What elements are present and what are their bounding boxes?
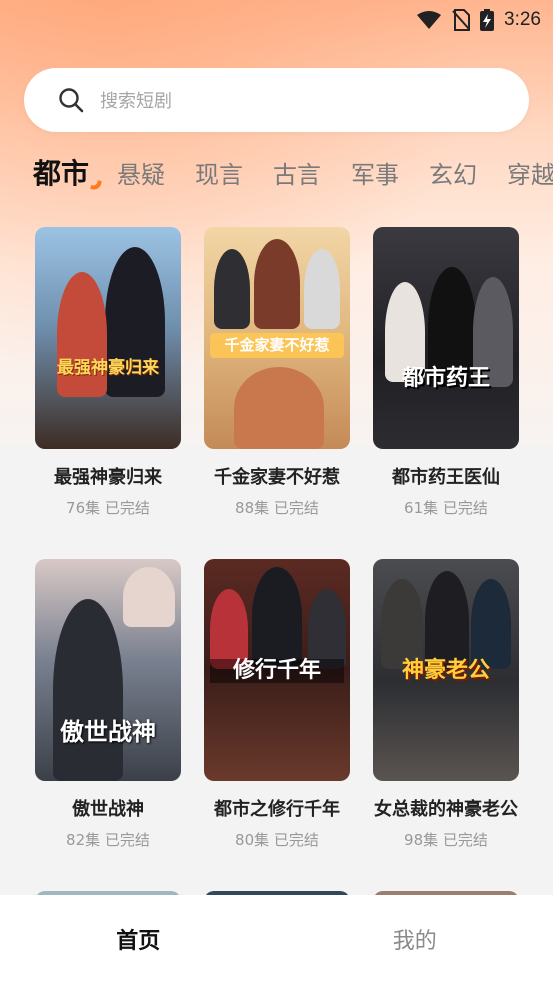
drama-card[interactable]: 最强神豪归来 最强神豪归来 76集 已完结	[35, 227, 181, 559]
drama-poster[interactable]: 最强神豪归来	[35, 227, 181, 449]
episode-count: 82集	[66, 831, 101, 849]
drama-poster[interactable]: 修行千年	[204, 559, 350, 781]
tab-dushi[interactable]: 都市	[33, 152, 102, 192]
completion-status: 已完结	[273, 831, 319, 849]
drama-title: 最强神豪归来	[54, 467, 162, 488]
poster-figure	[308, 589, 346, 669]
tab-label: 现言	[195, 160, 244, 189]
drama-card[interactable]: 傲世战神 傲世战神 82集 已完结	[35, 559, 181, 891]
poster-figure	[304, 249, 340, 329]
drama-title: 都市药王医仙	[392, 467, 500, 488]
poster-title: 修行千年	[210, 658, 344, 684]
tab-chuanyue[interactable]: 穿越	[507, 155, 553, 190]
poster-figure	[210, 589, 248, 669]
drama-meta: 88集 已完结	[204, 497, 350, 518]
poster-figure	[214, 249, 250, 329]
nav-mine[interactable]: 我的	[277, 923, 553, 955]
tab-xuanhuan[interactable]: 玄幻	[429, 155, 477, 190]
tab-label: 玄幻	[429, 160, 478, 189]
poster-figure	[425, 571, 469, 671]
tab-active-indicator	[90, 179, 102, 191]
poster-figure	[254, 239, 300, 329]
poster-title: 傲世战神	[60, 718, 156, 746]
drama-poster[interactable]: 傲世战神	[35, 559, 181, 781]
drama-meta: 80集 已完结	[204, 829, 350, 850]
tab-label: 穿越	[507, 160, 553, 189]
status-time: 3:26	[504, 9, 541, 30]
episode-count: 98集	[404, 831, 439, 849]
drama-card[interactable]: 修行千年 都市之修行千年 80集 已完结	[204, 559, 350, 891]
tab-junshi[interactable]: 军事	[351, 155, 399, 190]
drama-poster[interactable]: 神豪老公	[373, 559, 519, 781]
poster-title: 最强神豪归来	[57, 358, 159, 378]
drama-card[interactable]: 神豪老公 女总裁的神豪老公 98集 已完结	[373, 559, 519, 891]
status-bar: 3:26	[0, 0, 553, 40]
tab-label: 都市	[33, 157, 90, 190]
completion-status: 已完结	[442, 831, 488, 849]
drama-poster[interactable]: 都市药王	[373, 227, 519, 449]
drama-title: 都市之修行千年	[214, 799, 340, 820]
poster-figure	[53, 599, 123, 781]
category-tabs: 都市 悬疑 现言 古言 军事 玄幻 穿越	[0, 150, 553, 194]
drama-title: 千金家妻不好惹	[214, 467, 340, 488]
completion-status: 已完结	[104, 499, 150, 517]
drama-meta: 82集 已完结	[35, 829, 181, 850]
search-icon	[59, 88, 84, 113]
drama-meta: 61集 已完结	[373, 497, 519, 518]
poster-title: 千金家妻不好惹	[210, 333, 344, 358]
wifi-icon	[417, 11, 442, 29]
tab-label: 军事	[351, 160, 400, 189]
completion-status: 已完结	[442, 499, 488, 517]
drama-meta: 76集 已完结	[35, 497, 181, 518]
tab-label: 古言	[273, 160, 322, 189]
poster-figure	[381, 579, 423, 669]
poster-figure	[252, 567, 302, 667]
drama-title: 女总裁的神豪老公	[374, 799, 518, 820]
poster-figure	[57, 272, 107, 397]
completion-status: 已完结	[273, 499, 319, 517]
episode-count: 80集	[235, 831, 270, 849]
drama-card[interactable]: 都市药王 都市药王医仙 61集 已完结	[373, 227, 519, 559]
tab-label: 悬疑	[117, 160, 166, 189]
tab-xianyan[interactable]: 现言	[195, 155, 243, 190]
poster-title: 神豪老公	[401, 658, 490, 683]
search-bar[interactable]: 搜索短剧	[24, 68, 529, 132]
drama-meta: 98集 已完结	[373, 829, 519, 850]
poster-figure	[471, 579, 511, 669]
poster-figure	[123, 567, 175, 627]
poster-figure	[234, 367, 324, 449]
nav-home[interactable]: 首页	[0, 923, 277, 955]
tab-guyan[interactable]: 古言	[273, 155, 321, 190]
battery-charging-icon	[480, 9, 495, 31]
tab-xuanyi[interactable]: 悬疑	[117, 155, 165, 190]
drama-grid: 最强神豪归来 最强神豪归来 76集 已完结 千金家妻不好惹 千金家妻不好惹 88…	[35, 227, 519, 901]
episode-count: 61集	[404, 499, 439, 517]
drama-poster[interactable]: 千金家妻不好惹	[204, 227, 350, 449]
episode-count: 76集	[66, 499, 101, 517]
episode-count: 88集	[235, 499, 270, 517]
search-placeholder: 搜索短剧	[100, 91, 172, 112]
poster-title: 都市药王	[401, 366, 490, 391]
completion-status: 已完结	[104, 831, 150, 849]
no-sim-icon	[452, 9, 471, 31]
bottom-nav: 首页 我的	[0, 895, 553, 983]
drama-card[interactable]: 千金家妻不好惹 千金家妻不好惹 88集 已完结	[204, 227, 350, 559]
drama-title: 傲世战神	[72, 799, 144, 820]
